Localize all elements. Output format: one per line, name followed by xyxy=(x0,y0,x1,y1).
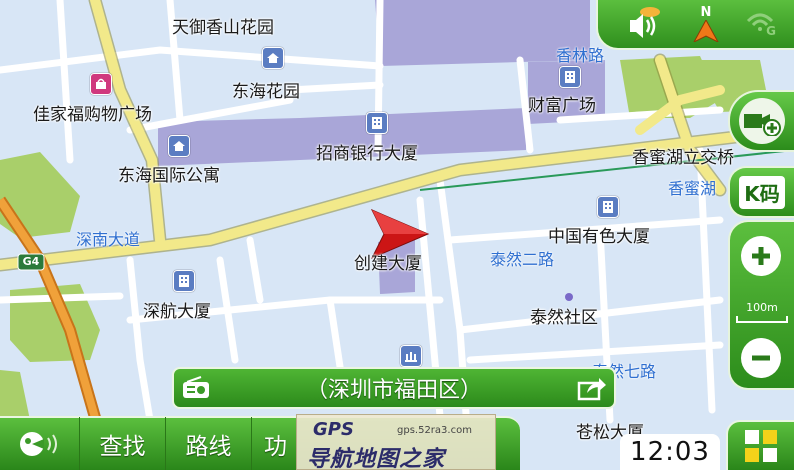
scale-bar xyxy=(736,316,788,323)
watermark-text: 导航地图之家 xyxy=(307,447,446,470)
route-tab[interactable]: 路线 xyxy=(166,417,252,470)
gps-label: G xyxy=(766,24,776,38)
plus-icon xyxy=(752,247,770,265)
volume-button[interactable] xyxy=(620,4,670,44)
map-label-tianyu[interactable]: 天御香山花园 xyxy=(172,13,274,38)
road-label-xianglin: 香林路 xyxy=(556,46,605,65)
map-label-tairan-community[interactable]: 泰然社区 xyxy=(530,303,598,328)
add-camera-button[interactable] xyxy=(728,90,794,152)
current-district: （深圳市福田区） xyxy=(305,378,482,403)
map-label-zhaoshang[interactable]: 招商银行大厦 xyxy=(316,139,418,164)
share-button[interactable] xyxy=(570,369,614,407)
share-icon xyxy=(577,378,606,401)
office-building-poi-icon[interactable] xyxy=(173,270,195,292)
map-label-xiangmi-interchange[interactable]: 香蜜湖立交桥 xyxy=(632,143,734,168)
map-label-zhongguo-yous[interactable]: 中国有色大厦 xyxy=(548,222,650,247)
speaker-icon xyxy=(630,7,660,38)
navigation-app: G4 天御香山花园 东海花园 佳家福购物广场 招商银行大厦 东海国际公寓 财富广… xyxy=(0,0,794,470)
k-code-label: K码 xyxy=(739,175,785,209)
search-tab[interactable]: 查找 xyxy=(80,417,166,470)
road-label-xiangmi: 香蜜湖 xyxy=(668,179,717,198)
office-building-poi-icon[interactable] xyxy=(366,112,388,134)
map-label-shenhang[interactable]: 深航大厦 xyxy=(143,297,211,322)
watermark-logo: GPS xyxy=(313,419,354,440)
camera-plus-icon xyxy=(739,98,785,144)
k-code-button[interactable]: K码 xyxy=(728,166,794,218)
scale-label: 100m xyxy=(746,301,778,314)
map-label-donghai-garden[interactable]: 东海花园 xyxy=(232,77,300,102)
gps-signal-indicator: G xyxy=(740,4,780,44)
voice-button[interactable] xyxy=(0,417,80,470)
menu-button[interactable] xyxy=(726,420,794,470)
radio-button[interactable] xyxy=(174,369,218,407)
grid-menu-icon xyxy=(745,430,777,462)
compass-button[interactable]: N xyxy=(686,4,726,44)
compass-north-label: N xyxy=(700,5,712,20)
shopping-poi-icon[interactable] xyxy=(90,73,112,95)
voice-icon xyxy=(19,432,57,456)
residential-poi-icon[interactable] xyxy=(168,135,190,157)
bank-poi-icon[interactable] xyxy=(400,345,422,367)
location-bar: （深圳市福田区） xyxy=(172,367,616,409)
highway-shield-label: G4 xyxy=(22,255,40,268)
zoom-in-button[interactable] xyxy=(741,236,781,276)
minus-icon xyxy=(752,355,770,361)
zoom-panel: 100m xyxy=(728,220,794,390)
status-bar: N G xyxy=(596,0,794,50)
road-label-tairan2: 泰然二路 xyxy=(490,250,555,269)
radio-icon xyxy=(183,376,209,398)
map-label-caifu[interactable]: 财富广场 xyxy=(528,91,596,116)
scale-indicator: 100m xyxy=(736,296,788,323)
watermark-site: gps.52ra3.com xyxy=(397,425,472,436)
map-label-jiajiafu[interactable]: 佳家福购物广场 xyxy=(33,100,152,125)
map-label-chuangjian[interactable]: 创建大厦 xyxy=(354,249,422,274)
clock: 12:03 xyxy=(620,434,720,470)
office-building-poi-icon[interactable] xyxy=(597,196,619,218)
office-building-poi-icon[interactable] xyxy=(559,66,581,88)
road-label-shennan: 深南大道 xyxy=(76,230,141,249)
residential-poi-icon[interactable] xyxy=(262,47,284,69)
zoom-out-button[interactable] xyxy=(741,338,781,378)
compass-arrow-icon xyxy=(693,20,719,42)
map-label-donghai-intl[interactable]: 东海国际公寓 xyxy=(118,161,220,186)
community-dot-icon xyxy=(565,293,573,301)
watermark: GPS gps.52ra3.com 导航地图之家 xyxy=(296,414,496,470)
